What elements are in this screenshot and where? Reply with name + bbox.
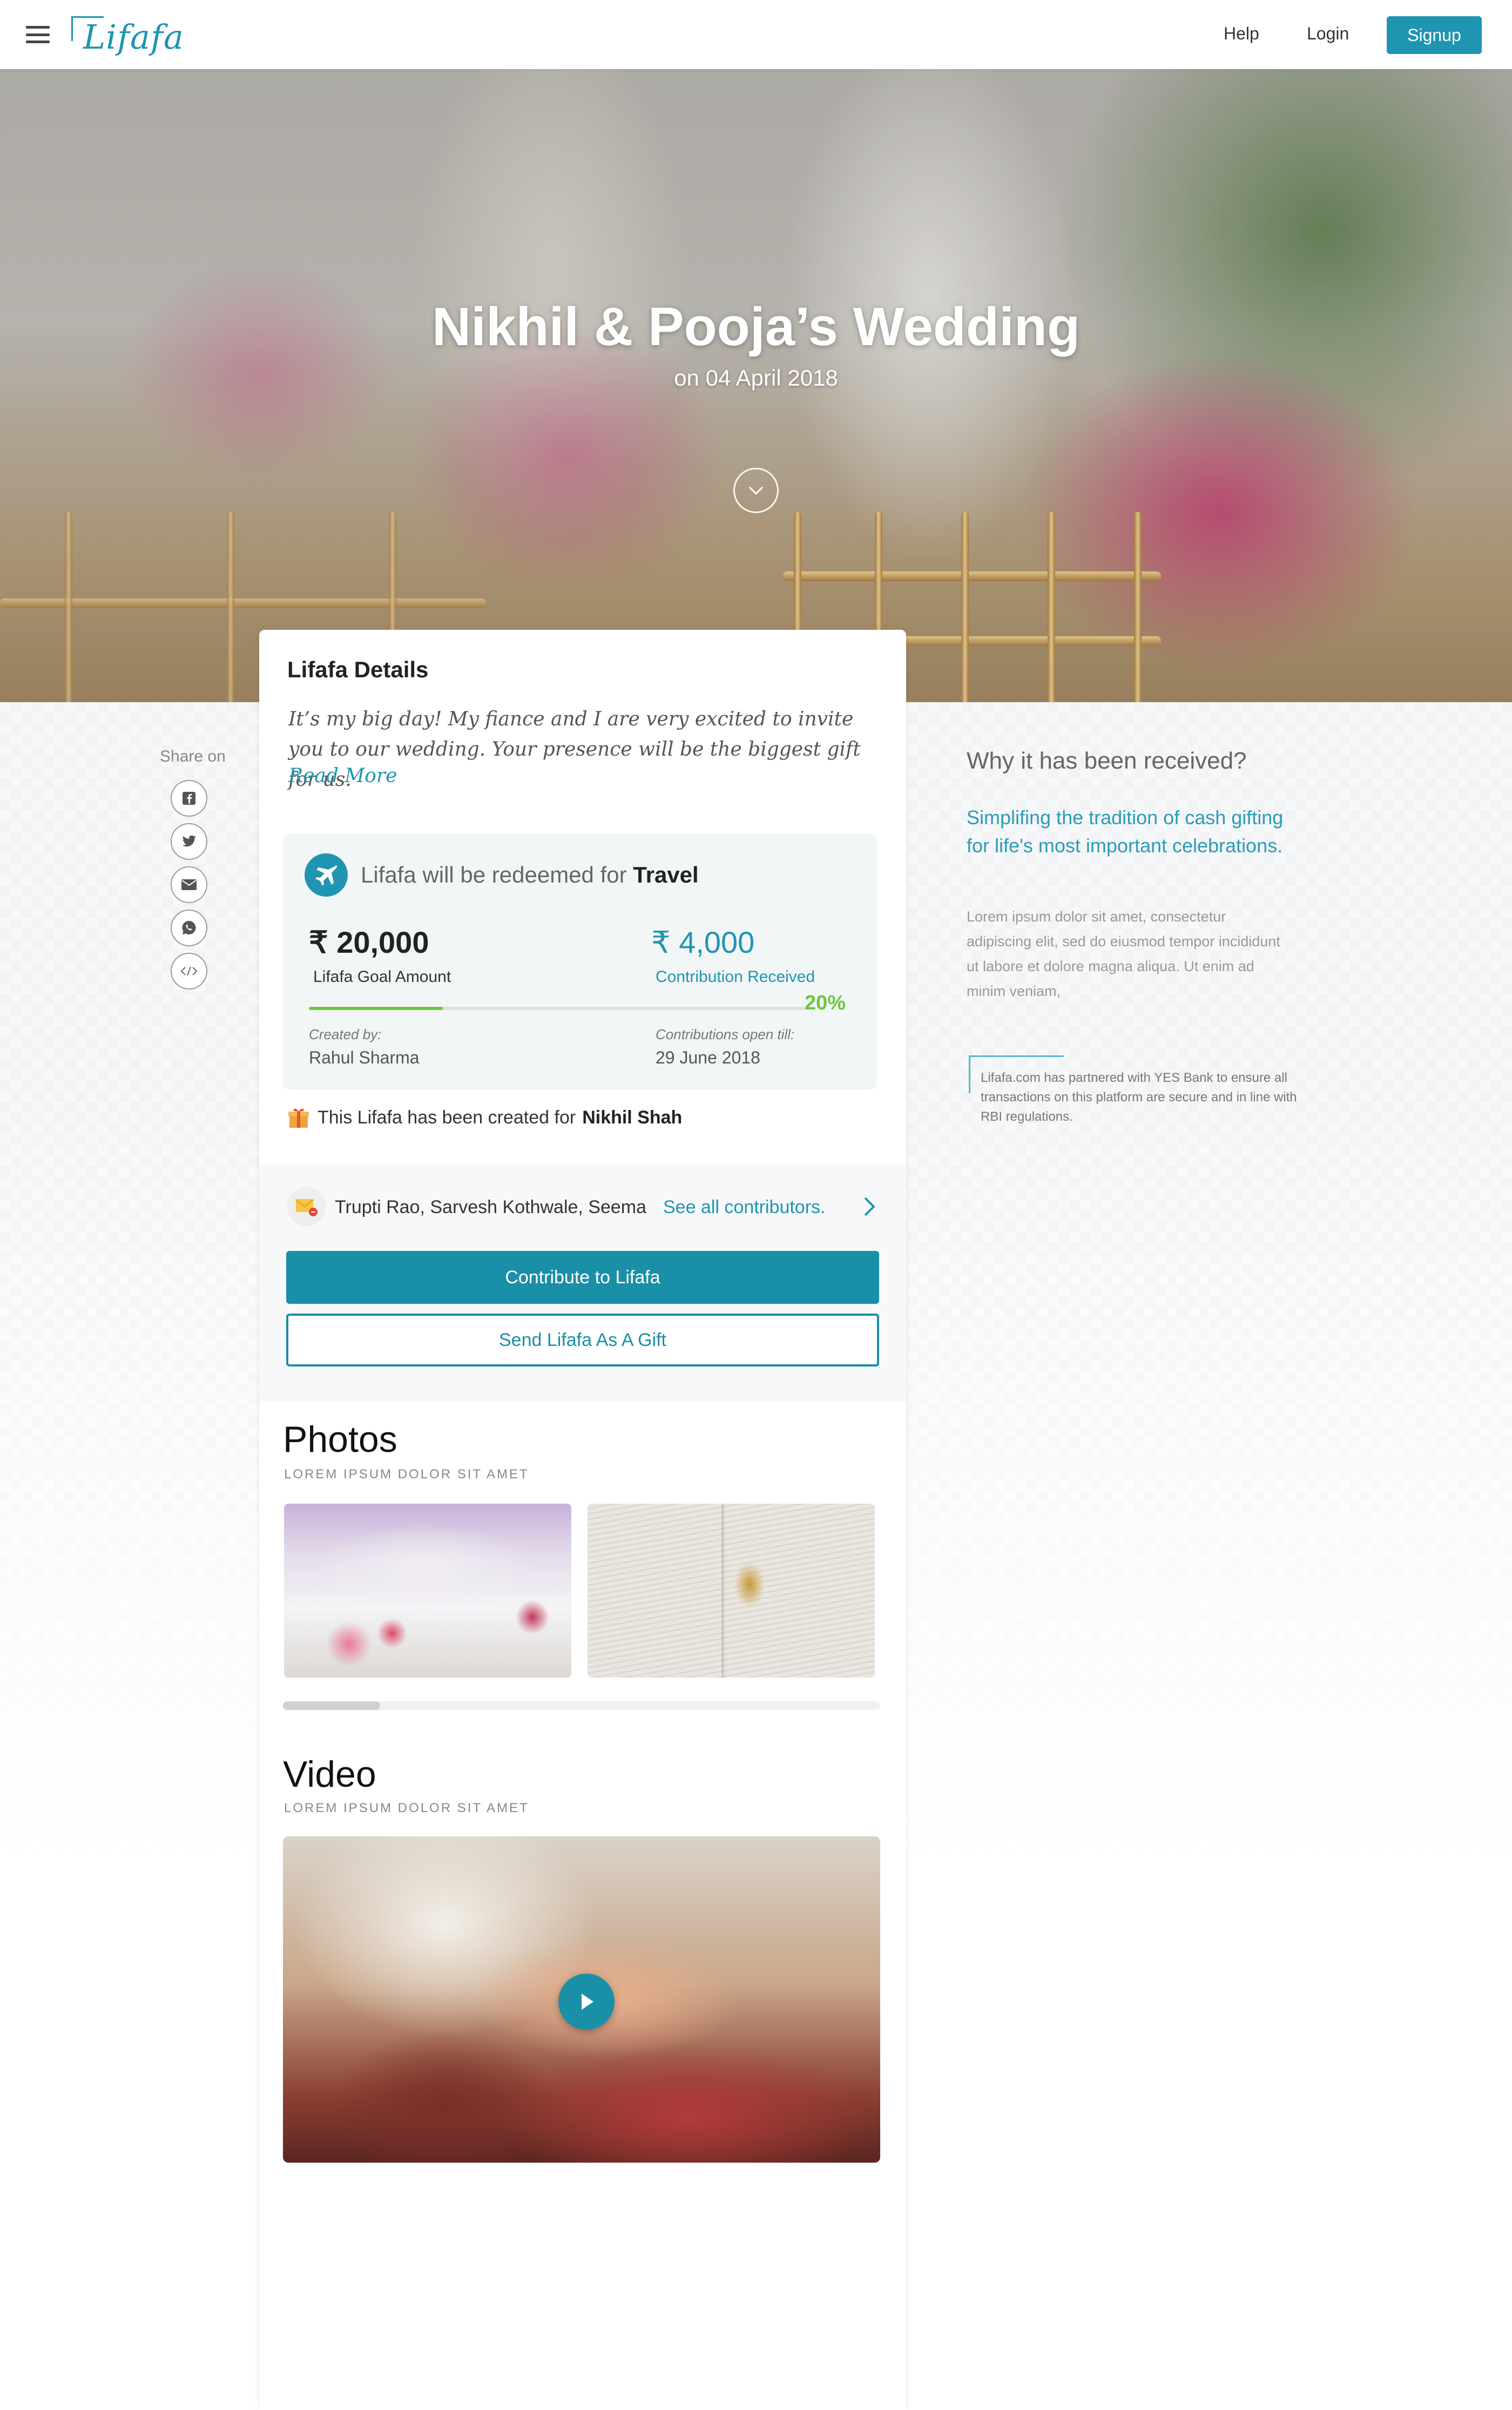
see-all-contributors-link[interactable]: See all contributors. [663,1197,826,1218]
hamburger-menu-icon[interactable] [26,26,50,43]
why-received-title: Why it has been received? [967,748,1247,774]
progress-percent: 20% [805,992,846,1014]
redeem-for-text: Lifafa will be redeemed for Travel [361,862,699,888]
redeem-prefix: Lifafa will be redeemed for [361,862,627,887]
photo-table-setting[interactable] [284,1504,571,1678]
contribution-progress-bar [309,1007,806,1010]
email-icon [181,879,197,890]
created-for-name: Nikhil Shah [582,1107,683,1128]
video-title: Video [283,1754,376,1795]
hero-banner: Nikhil & Pooja’s Wedding on 04 April 201… [0,69,1512,702]
share-label: Share on [160,748,226,765]
photos-subtitle: LOREM IPSUM DOLOR SIT AMET [284,1467,529,1482]
gift-icon [288,1108,309,1128]
created-by-label: Created by: [309,1026,382,1042]
lifafa-logo[interactable]: Lifafa [71,14,184,57]
redeem-value: Travel [633,862,699,887]
chair-post [65,512,72,702]
airplane-icon [305,853,348,897]
send-gift-button[interactable]: Send Lifafa As A Gift [286,1314,879,1366]
twitter-icon [182,835,196,847]
embed-icon [180,966,198,976]
photos-title: Photos [283,1419,397,1460]
created-by-value: Rahul Sharma [309,1048,420,1067]
open-till-value: 29 June 2018 [656,1048,760,1067]
why-received-body: Lorem ipsum dolor sit amet, consectetur … [967,908,1280,999]
redeem-summary-box: Lifafa will be redeemed for Travel ₹ 20,… [283,834,877,1090]
contributors-section: Trupti Rao, Sarvesh Kothwale, Seema See … [259,1164,906,1401]
embed-share-button[interactable] [171,953,207,989]
twitter-share-button[interactable] [171,823,207,860]
whatsapp-share-button[interactable] [171,910,207,946]
event-date: on 04 April 2018 [674,365,838,391]
chair-post [1048,512,1055,702]
signup-button[interactable]: Signup [1387,16,1482,54]
scroll-down-button[interactable] [733,468,779,513]
play-icon [582,1994,593,2010]
photo-rings-on-book[interactable] [588,1504,875,1678]
created-for-prefix: This Lifafa has been created for [318,1107,576,1128]
chair-post [1134,512,1142,702]
logo-text: Lifafa [83,17,184,57]
contribute-button[interactable]: Contribute to Lifafa [286,1251,879,1304]
contribution-label: Contribution Received [656,968,815,986]
details-title: Lifafa Details [287,657,429,682]
facebook-share-button[interactable] [171,780,207,817]
goal-amount: ₹ 20,000 [309,925,429,959]
lifafa-details-card: Lifafa Details It’s my big day! My fianc… [259,630,906,2410]
photos-scrollbar[interactable] [283,1701,880,1710]
chair-rail [783,571,1161,581]
goal-amount-label: Lifafa Goal Amount [313,968,451,986]
chair-post [227,512,234,702]
chair-rail [0,598,486,608]
chevron-right-icon[interactable] [859,1195,880,1219]
photos-scrollbar-thumb[interactable] [283,1701,380,1710]
facebook-icon [183,792,195,805]
video-subtitle: LOREM IPSUM DOLOR SIT AMET [284,1801,529,1815]
why-received-subtitle: Simplifing the tradition of cash gifting… [967,806,1284,857]
progress-fill [309,1007,443,1010]
event-title: Nikhil & Pooja’s Wedding [431,297,1081,357]
whatsapp-icon [182,921,196,934]
play-button[interactable] [558,1974,615,2030]
nav-login-link[interactable]: Login [1307,24,1349,44]
contributors-envelope-icon [287,1187,326,1226]
contributor-names: Trupti Rao, Sarvesh Kothwale, Seema [335,1197,647,1217]
open-till-label: Contributions open till: [656,1026,795,1042]
contribution-amount: ₹ 4,000 [651,925,755,959]
partner-note: Lifafa.com has partnered with YES Bank t… [981,1071,1297,1124]
video-player[interactable] [283,1836,880,2163]
read-more-link[interactable]: Read More [288,765,397,787]
created-for-line: This Lifafa has been created for Nikhil … [287,1106,682,1129]
chair-post [961,512,969,702]
chevron-down-icon [748,486,764,495]
nav-help-link[interactable]: Help [1224,24,1259,44]
email-share-button[interactable] [171,866,207,903]
top-header: Lifafa Help Login Signup [0,0,1512,69]
